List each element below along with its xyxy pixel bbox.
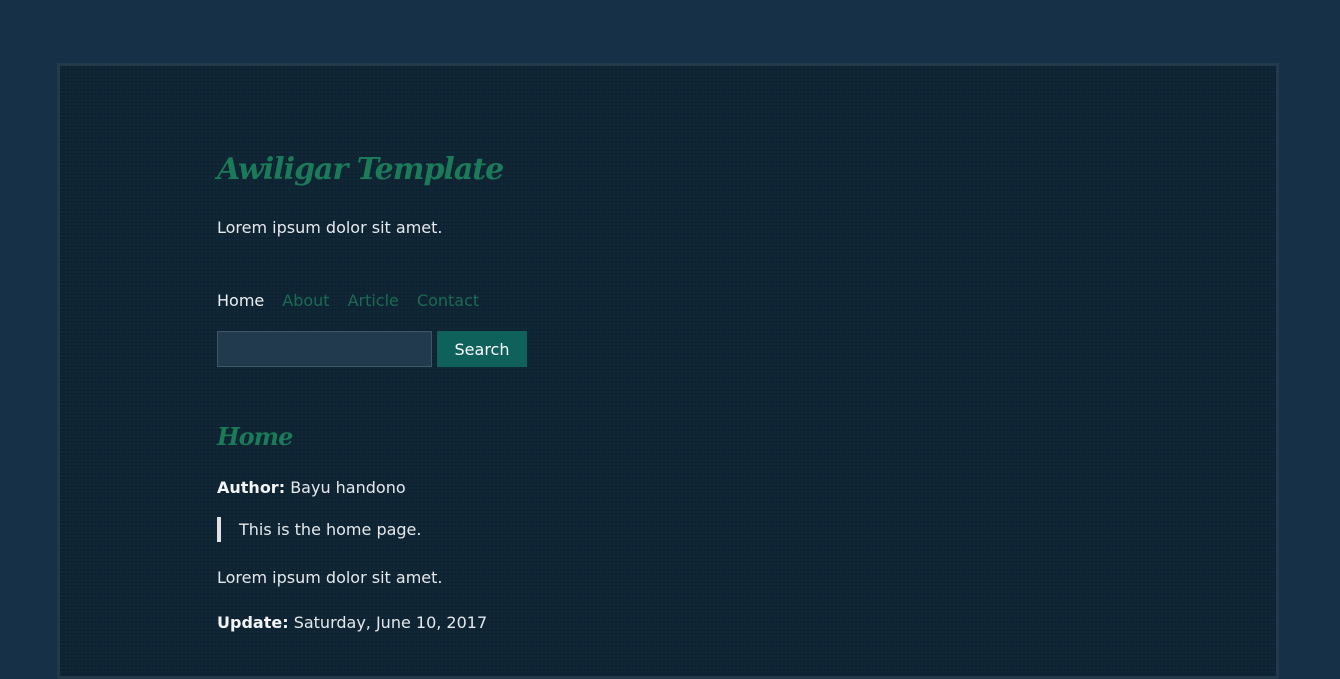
main-nav: Home About Article Contact (217, 291, 479, 310)
nav-item-home[interactable]: Home (217, 291, 264, 310)
nav-item-about[interactable]: About (282, 291, 329, 310)
author-label: Author: (217, 478, 286, 497)
post-author: Author: Bayu handono (217, 478, 406, 497)
update-label: Update: (217, 613, 289, 632)
post-title: Home (217, 422, 293, 451)
update-date: Saturday, June 10, 2017 (293, 613, 488, 632)
post-quote: This is the home page. (217, 517, 421, 542)
author-name: Bayu handono (290, 478, 406, 497)
site-tagline: Lorem ipsum dolor sit amet. (217, 218, 443, 237)
nav-item-contact[interactable]: Contact (417, 291, 479, 310)
post-update: Update: Saturday, June 10, 2017 (217, 613, 487, 632)
content-panel: Awiligar Template Lorem ipsum dolor sit … (57, 63, 1279, 679)
nav-item-article[interactable]: Article (348, 291, 399, 310)
search-form: Search (217, 331, 527, 367)
search-button[interactable]: Search (437, 331, 527, 367)
search-input[interactable] (217, 331, 432, 367)
post-body: Lorem ipsum dolor sit amet. (217, 568, 443, 587)
site-title[interactable]: Awiligar Template (217, 152, 504, 187)
